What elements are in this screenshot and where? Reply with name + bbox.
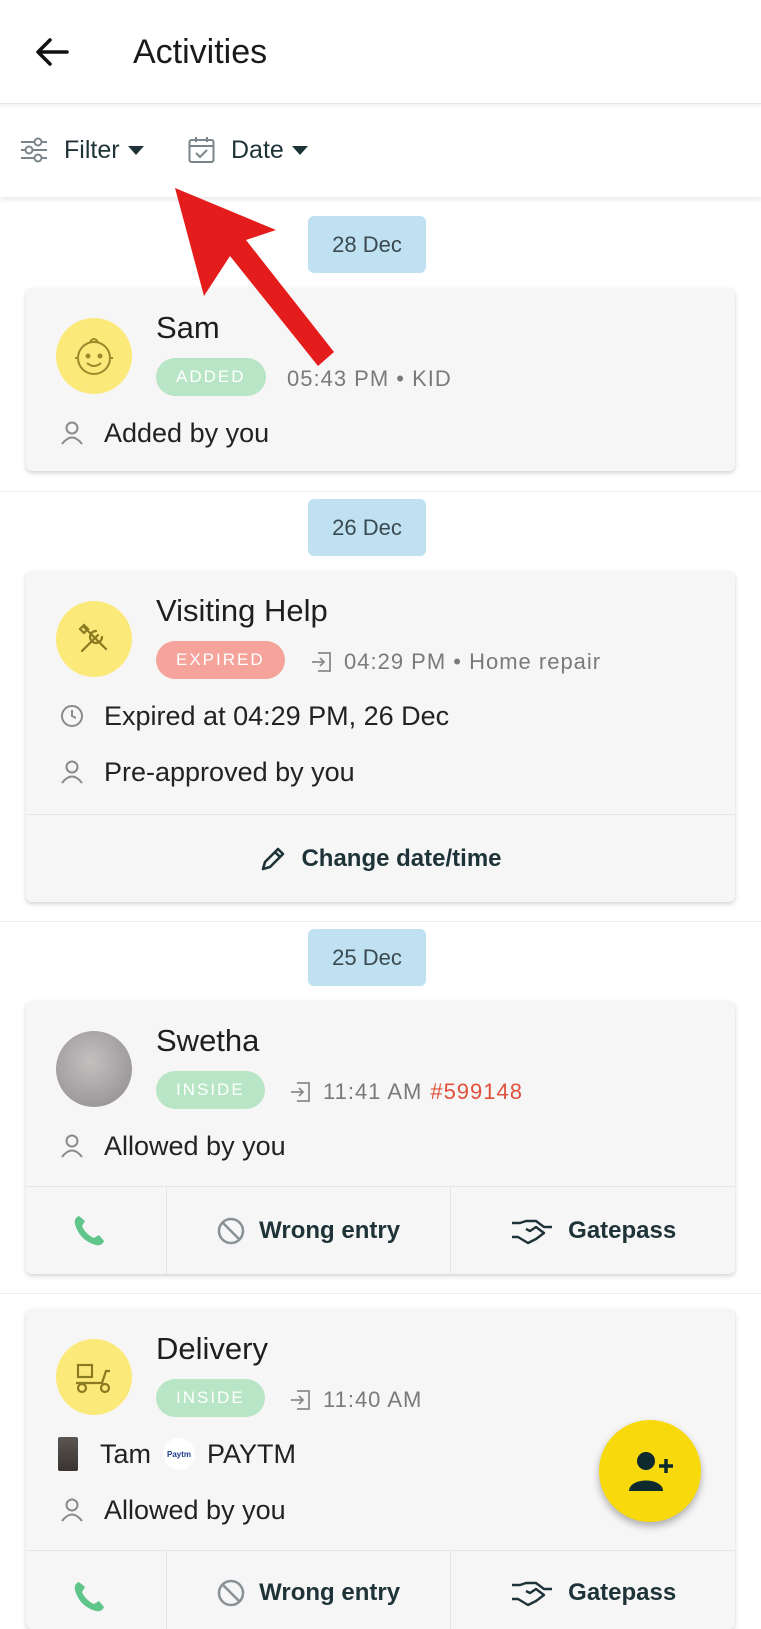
approved-by-text: Pre-approved by you bbox=[104, 756, 355, 787]
delivery-person-name: Tam bbox=[100, 1438, 152, 1469]
activity-card-sam[interactable]: Sam ADDED 05:43 PM • KID Added by you bbox=[26, 288, 735, 471]
activity-list[interactable]: 28 Dec Sam ADDED 05:43 PM • KID Added by… bbox=[0, 197, 761, 1629]
wrong-entry-label: Wrong entry bbox=[259, 1217, 401, 1244]
paytm-logo-icon: Paytm bbox=[163, 1438, 196, 1470]
entry-time: 11:40 AM bbox=[323, 1387, 423, 1412]
entry-time: 11:41 AM bbox=[323, 1079, 423, 1104]
handshake-icon bbox=[512, 1219, 553, 1245]
date-chip: 28 Dec bbox=[308, 216, 426, 273]
handshake-icon bbox=[512, 1581, 553, 1607]
person-icon bbox=[61, 760, 83, 784]
visitor-name: Sam bbox=[156, 310, 220, 345]
allowed-by-row: Allowed by you bbox=[58, 1490, 286, 1530]
status-badge: ADDED bbox=[156, 358, 266, 396]
change-date-time-button[interactable]: Change date/time bbox=[26, 815, 735, 902]
filter-dropdown[interactable]: Filter bbox=[20, 130, 144, 170]
phone-icon bbox=[74, 1216, 104, 1246]
person-icon bbox=[61, 421, 83, 445]
time-category: 04:29 PM • Home repair bbox=[310, 649, 601, 675]
avatar bbox=[56, 1031, 132, 1107]
time-category: 05:43 PM • KID bbox=[287, 366, 452, 391]
app-bar: Activities bbox=[0, 0, 761, 104]
change-date-time-label: Change date/time bbox=[301, 845, 502, 872]
wrong-entry-button[interactable]: Wrong entry bbox=[165, 1551, 451, 1629]
activity-card-visiting-help[interactable]: Visiting Help EXPIRED 04:29 PM • Home re… bbox=[26, 571, 735, 902]
status-badge: INSIDE bbox=[156, 1071, 265, 1109]
added-by-text: Added by you bbox=[104, 417, 270, 448]
allowed-by-text: Allowed by you bbox=[104, 1130, 286, 1161]
gatepass-label: Gatepass bbox=[568, 1217, 677, 1244]
calendar-icon bbox=[188, 137, 215, 163]
visitor-name: Visiting Help bbox=[156, 593, 328, 628]
filter-bar: Filter Date bbox=[0, 104, 761, 197]
baby-face-icon bbox=[75, 338, 113, 375]
date-chip: 26 Dec bbox=[308, 499, 426, 556]
allowed-by-text: Allowed by you bbox=[104, 1494, 286, 1525]
person-photo bbox=[58, 1437, 78, 1471]
time-category: 11:41 AM #599148 bbox=[289, 1079, 523, 1105]
status-badge: EXPIRED bbox=[156, 641, 285, 679]
avatar bbox=[56, 1339, 132, 1415]
wrong-entry-button[interactable]: Wrong entry bbox=[165, 1187, 451, 1274]
gatepass-button[interactable]: Gatepass bbox=[450, 1551, 735, 1629]
entry-icon bbox=[312, 652, 331, 672]
filter-label: Filter bbox=[64, 135, 120, 164]
status-badge: INSIDE bbox=[156, 1379, 265, 1417]
visitor-name: Swetha bbox=[156, 1023, 260, 1058]
tools-icon bbox=[78, 623, 108, 653]
divider bbox=[0, 491, 761, 492]
approved-by-row: Pre-approved by you bbox=[58, 752, 355, 792]
clock-icon bbox=[61, 705, 83, 727]
delivery-scooter-icon bbox=[76, 1363, 111, 1394]
gatepass-button[interactable]: Gatepass bbox=[450, 1187, 735, 1274]
call-button[interactable] bbox=[26, 1551, 166, 1629]
activity-card-swetha[interactable]: Swetha INSIDE 11:41 AM #599148 Allowed b… bbox=[26, 1001, 735, 1274]
filter-sliders-icon bbox=[21, 137, 47, 163]
pass-number: #599148 bbox=[430, 1079, 523, 1104]
date-label: Date bbox=[231, 135, 284, 164]
entry-icon bbox=[291, 1082, 310, 1102]
gatepass-label: Gatepass bbox=[568, 1579, 677, 1606]
card-actions: Wrong entry Gatepass bbox=[26, 1550, 735, 1629]
phone-icon bbox=[74, 1582, 104, 1612]
divider bbox=[0, 1293, 761, 1294]
time-category: 11:40 AM bbox=[289, 1387, 422, 1413]
divider bbox=[0, 921, 761, 922]
call-button[interactable] bbox=[26, 1187, 166, 1274]
avatar bbox=[56, 318, 132, 394]
delivery-person-row: Tam Paytm PAYTM bbox=[58, 1434, 296, 1474]
time-category-text: 04:29 PM • Home repair bbox=[344, 649, 602, 674]
add-user-icon bbox=[629, 1452, 673, 1491]
date-dropdown[interactable]: Date bbox=[188, 130, 308, 170]
person-icon bbox=[61, 1134, 83, 1158]
chevron-down-icon bbox=[291, 145, 308, 155]
allowed-by-row: Allowed by you bbox=[58, 1126, 286, 1166]
visitor-name: Delivery bbox=[156, 1331, 268, 1366]
expired-at-row: Expired at 04:29 PM, 26 Dec bbox=[58, 696, 449, 736]
person-icon bbox=[61, 1498, 83, 1522]
card-actions: Change date/time bbox=[26, 814, 735, 902]
added-by-row: Added by you bbox=[58, 413, 269, 453]
card-actions: Wrong entry Gatepass bbox=[26, 1186, 735, 1274]
company-name: PAYTM bbox=[207, 1438, 297, 1469]
page-title: Activities bbox=[133, 33, 268, 71]
block-icon bbox=[217, 1579, 245, 1607]
add-visitor-fab[interactable] bbox=[599, 1420, 701, 1522]
avatar bbox=[56, 601, 132, 677]
back-button[interactable] bbox=[30, 30, 74, 74]
wrong-entry-label: Wrong entry bbox=[259, 1579, 401, 1606]
chevron-down-icon bbox=[127, 145, 144, 155]
block-icon bbox=[217, 1217, 245, 1245]
back-arrow-icon bbox=[36, 38, 69, 66]
pencil-icon bbox=[262, 847, 285, 871]
date-chip: 25 Dec bbox=[308, 929, 426, 986]
expired-at-text: Expired at 04:29 PM, 26 Dec bbox=[104, 700, 450, 731]
entry-icon bbox=[291, 1390, 310, 1410]
